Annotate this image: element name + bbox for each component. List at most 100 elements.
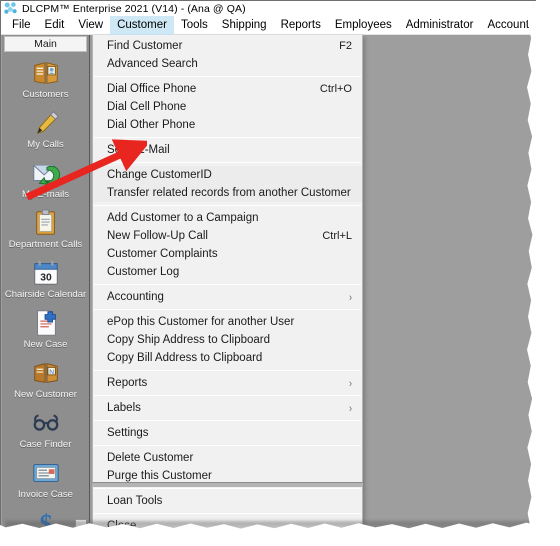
menu-group: Reports › bbox=[93, 374, 362, 392]
sidebar-item-chairside-calendar[interactable]: 30 Chairside Calendar bbox=[2, 258, 89, 308]
sidebar-item-department-calls[interactable]: Department Calls bbox=[2, 208, 89, 258]
menu-item-copy-ship-address-to-clipboard[interactable]: Copy Ship Address to Clipboard bbox=[93, 331, 362, 349]
menubar-item-file[interactable]: File bbox=[5, 16, 38, 35]
menu-item-label: Send E-Mail bbox=[107, 144, 170, 156]
screenshot-root: DLCPM™ Enterprise 2021 (V14) - (Ana @ QA… bbox=[0, 0, 560, 546]
menu-item-label: Find Customer bbox=[107, 40, 183, 52]
chevron-right-icon: › bbox=[349, 401, 352, 415]
sidebar-item-label: Chairside Calendar bbox=[4, 289, 87, 300]
application-window: DLCPM™ Enterprise 2021 (V14) - (Ana @ QA… bbox=[0, 0, 548, 536]
eyeglasses-icon bbox=[33, 414, 58, 431]
menu-item-dial-cell-phone[interactable]: Dial Cell Phone bbox=[93, 98, 362, 116]
chevron-right-icon: › bbox=[349, 290, 352, 304]
menu-item-shortcut: Ctrl+L bbox=[322, 230, 352, 242]
menu-item-label: Transfer related records from another Cu… bbox=[107, 187, 351, 199]
menu-group: Find Customer F2 Advanced Search bbox=[93, 37, 362, 73]
menu-item-advanced-search[interactable]: Advanced Search bbox=[93, 55, 362, 73]
menubar-item-administrator[interactable]: Administrator bbox=[399, 16, 481, 35]
menubar-item-view[interactable]: View bbox=[71, 16, 110, 35]
menubar-item-shipping[interactable]: Shipping bbox=[215, 16, 274, 35]
menu-item-shortcut: Ctrl+O bbox=[319, 83, 352, 95]
calendar-30-icon: 30 bbox=[33, 260, 58, 285]
menubar-item-reports[interactable]: Reports bbox=[274, 16, 328, 35]
sidebar-item-new-case[interactable]: New Case bbox=[2, 308, 89, 358]
menu-item-loan-tools[interactable]: Loan Tools bbox=[93, 492, 362, 510]
menu-group: Change CustomerID Transfer related record… bbox=[93, 166, 362, 202]
menu-group: ePop this Customer for another User Copy … bbox=[93, 313, 362, 367]
menu-item-label: Labels bbox=[107, 402, 141, 414]
title-bar: DLCPM™ Enterprise 2021 (V14) - (Ana @ QA… bbox=[1, 1, 548, 16]
menu-item-new-follow-up-call[interactable]: New Follow-Up Call Ctrl+L bbox=[93, 227, 362, 245]
menu-group: Delete Customer Purge this Customer bbox=[93, 449, 362, 485]
menu-item-label: Customer Log bbox=[107, 266, 180, 278]
menu-separator bbox=[94, 284, 361, 285]
menu-separator bbox=[94, 395, 361, 396]
menubar-item-employees[interactable]: Employees bbox=[328, 16, 399, 35]
sidebar-item-label: Case Finder bbox=[19, 439, 72, 450]
clipboard-icon bbox=[35, 209, 55, 235]
menu-group: Add Customer to a Campaign New Follow-Up … bbox=[93, 209, 362, 281]
menu-item-label: New Follow-Up Call bbox=[107, 230, 208, 242]
menu-item-labels[interactable]: Labels › bbox=[93, 399, 362, 417]
sidebar-item-label: My Calls bbox=[27, 139, 64, 150]
sidebar-item-label: New Customer bbox=[14, 389, 77, 400]
menu-separator bbox=[94, 309, 361, 310]
envelope-refresh-icon bbox=[32, 165, 60, 185]
menu-item-dial-office-phone[interactable]: Dial Office Phone Ctrl+O bbox=[93, 80, 362, 98]
sidebar-item-invoice-case[interactable]: Invoice Case bbox=[2, 458, 89, 508]
menu-item-reports[interactable]: Reports › bbox=[93, 374, 362, 392]
menu-item-settings[interactable]: Settings bbox=[93, 424, 362, 442]
menu-item-label: Copy Bill Address to Clipboard bbox=[107, 352, 263, 364]
menu-item-label: ePop this Customer for another User bbox=[107, 316, 295, 328]
menu-separator bbox=[94, 137, 361, 138]
sidebar-item-new-customer[interactable]: N New Customer bbox=[2, 358, 89, 408]
svg-text:30: 30 bbox=[40, 273, 52, 284]
invoice-icon bbox=[32, 464, 59, 482]
menu-item-transfer-related-records-from-another-customer[interactable]: Transfer related records from another Cu… bbox=[93, 184, 362, 202]
menu-item-customer-log[interactable]: Customer Log bbox=[93, 263, 362, 281]
menu-item-label: Change CustomerID bbox=[107, 169, 212, 181]
sidebar-item-label: New Case bbox=[23, 339, 68, 350]
menu-separator bbox=[94, 205, 361, 206]
menu-item-find-customer[interactable]: Find Customer F2 bbox=[93, 37, 362, 55]
menu-item-delete-customer[interactable]: Delete Customer bbox=[93, 449, 362, 467]
customer-dropdown-menu[interactable]: Find Customer F2 Advanced Search Dial Offic… bbox=[92, 35, 363, 536]
menu-item-customer-complaints[interactable]: Customer Complaints bbox=[93, 245, 362, 263]
sidebar-item-label: Customers bbox=[22, 89, 69, 100]
menubar-item-edit[interactable]: Edit bbox=[38, 16, 72, 35]
sidebar-item-case-finder[interactable]: Case Finder bbox=[2, 408, 89, 458]
menu-item-label: Dial Office Phone bbox=[107, 83, 197, 95]
menu-item-label: Dial Cell Phone bbox=[107, 101, 187, 113]
menu-item-label: Accounting bbox=[107, 291, 164, 303]
menu-separator bbox=[94, 162, 361, 163]
menu-bar[interactable]: File Edit View Customer Tools Shipping Reports… bbox=[1, 15, 548, 35]
sidebar-item-label: Invoice Case bbox=[18, 489, 73, 500]
sidebar-header[interactable]: Main bbox=[4, 36, 87, 52]
menu-item-epop-this-customer-for-another-user[interactable]: ePop this Customer for another User bbox=[93, 313, 362, 331]
menu-item-accounting[interactable]: Accounting › bbox=[93, 288, 362, 306]
sidebar-item-my-calls[interactable]: My Calls bbox=[2, 108, 89, 158]
menu-group: Settings bbox=[93, 424, 362, 442]
menu-separator bbox=[94, 76, 361, 77]
menu-item-label: Purge this Customer bbox=[107, 470, 212, 482]
menu-item-label: Advanced Search bbox=[107, 58, 198, 70]
app-cluster-icon bbox=[4, 2, 17, 14]
menu-item-dial-other-phone[interactable]: Dial Other Phone bbox=[93, 116, 362, 134]
menu-separator bbox=[94, 420, 361, 421]
menu-item-add-customer-to-a-campaign[interactable]: Add Customer to a Campaign bbox=[93, 209, 362, 227]
menu-item-send-e-mail[interactable]: Send E-Mail bbox=[93, 141, 362, 159]
sidebar-item-customers[interactable]: Customers bbox=[2, 58, 89, 108]
menu-separator bbox=[94, 488, 361, 489]
pencil-icon bbox=[36, 111, 59, 135]
menubar-item-customer[interactable]: Customer bbox=[110, 15, 174, 35]
menu-separator bbox=[94, 513, 361, 514]
menu-item-change-customerid[interactable]: Change CustomerID bbox=[93, 166, 362, 184]
sidebar-item-label: My E-mails bbox=[22, 189, 69, 200]
menu-item-label: Customer Complaints bbox=[107, 248, 218, 260]
menu-item-copy-bill-address-to-clipboard[interactable]: Copy Bill Address to Clipboard bbox=[93, 349, 362, 367]
menu-item-label: Copy Ship Address to Clipboard bbox=[107, 334, 271, 346]
sidebar-item-my-e-mails[interactable]: My E-mails bbox=[2, 158, 89, 208]
menu-group: Accounting › bbox=[93, 288, 362, 306]
menu-item-label: Settings bbox=[107, 427, 149, 439]
menubar-item-tools[interactable]: Tools bbox=[174, 16, 215, 35]
